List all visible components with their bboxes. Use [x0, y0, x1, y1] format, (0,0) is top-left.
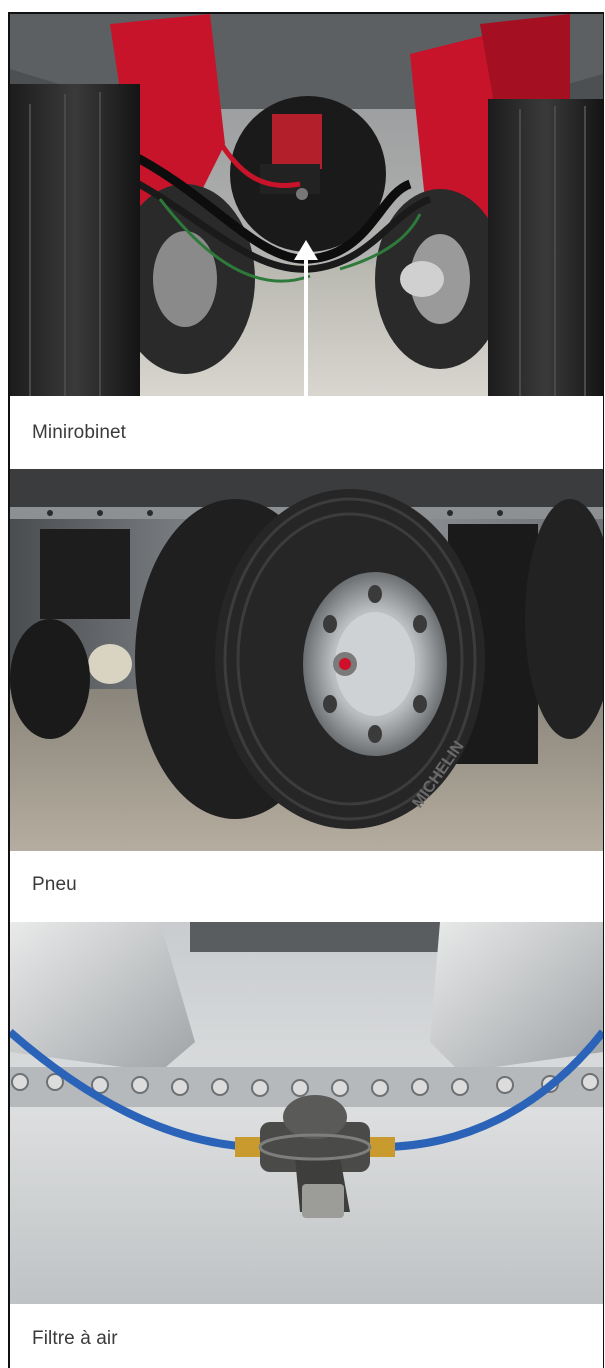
caption-filtre-air: Filtre à air	[32, 1328, 118, 1349]
tire-illustration: MICHELIN	[10, 469, 603, 851]
photo-minirobinet	[10, 14, 603, 396]
photo-filtre-air	[10, 922, 603, 1304]
caption-pneu: Pneu	[32, 874, 77, 895]
photo-pneu: MICHELIN	[10, 469, 603, 851]
air-filter-illustration	[10, 922, 603, 1304]
figure-frame: Minirobinet MICHELIN Pneu Filtre à air	[8, 12, 604, 1368]
minirobinet-illustration	[10, 14, 603, 396]
caption-minirobinet: Minirobinet	[32, 422, 127, 443]
